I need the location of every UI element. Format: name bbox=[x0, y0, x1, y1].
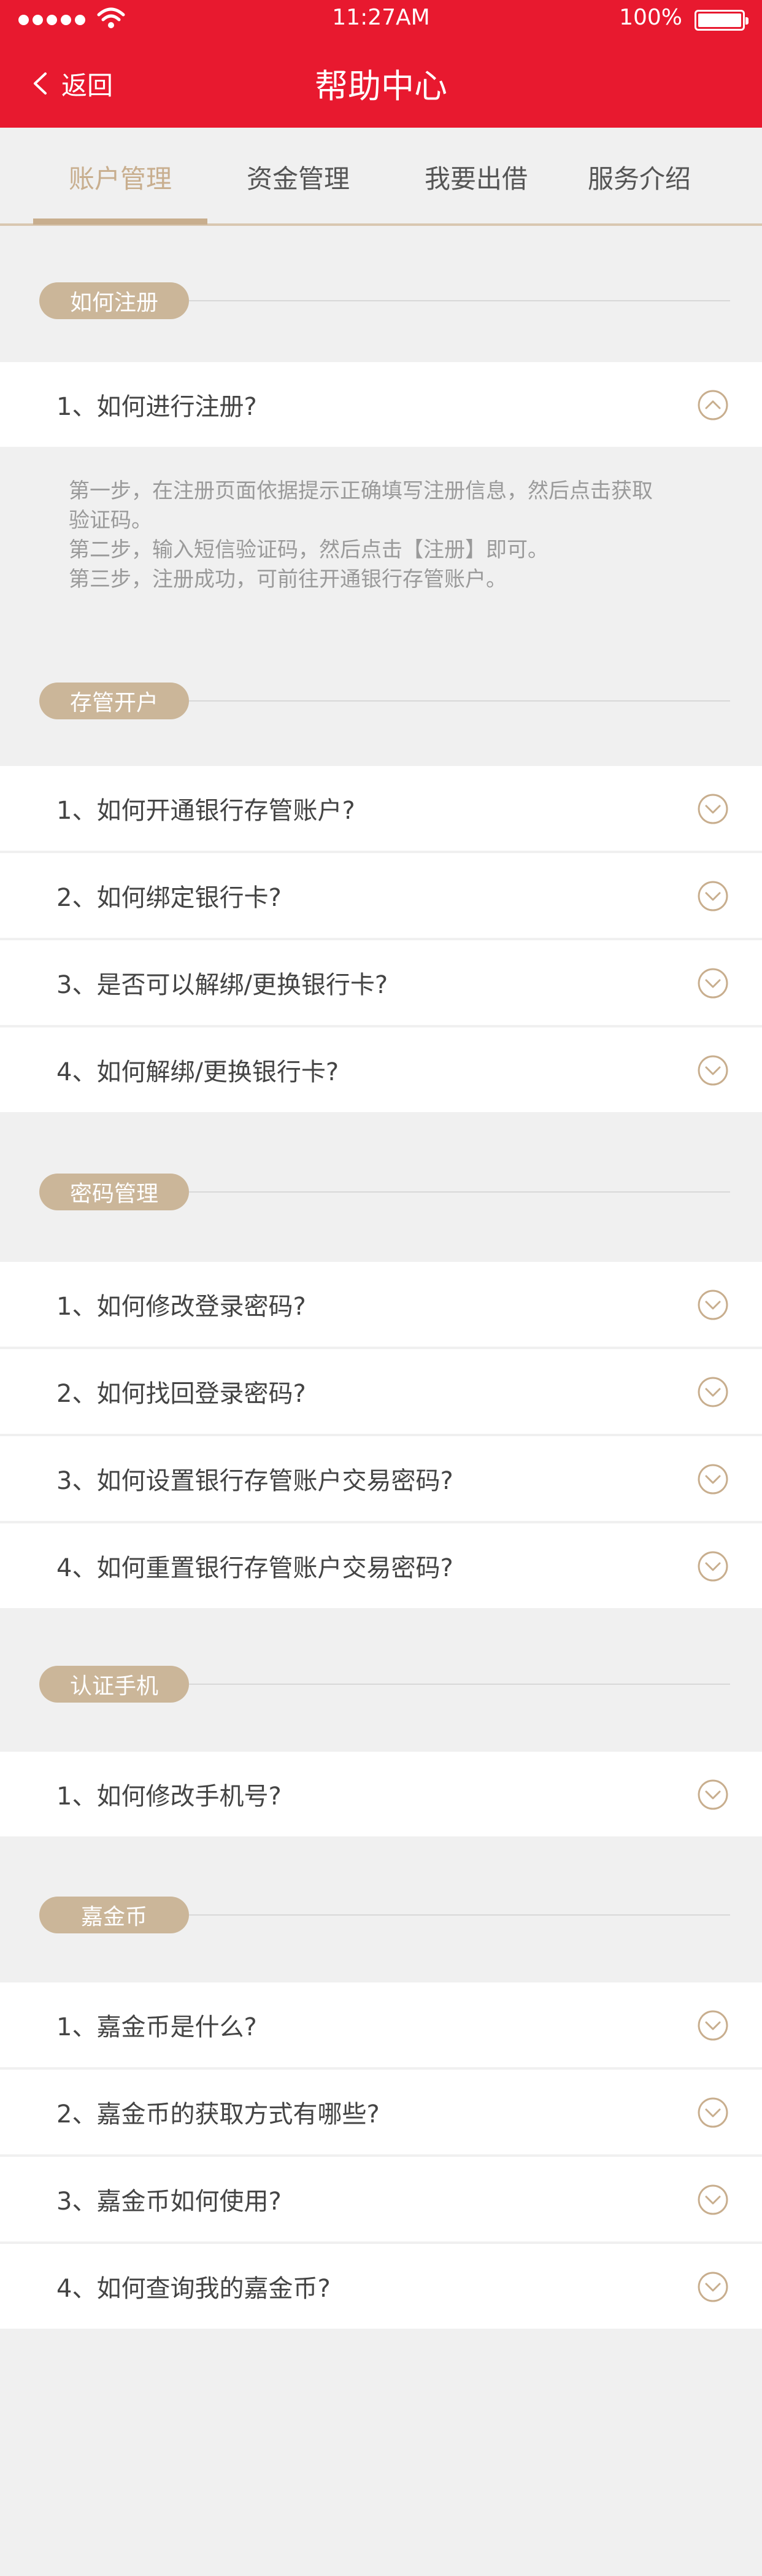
faq-question: 3、嘉金币如何使用? bbox=[56, 2187, 282, 2216]
chevron-down-icon bbox=[698, 2272, 728, 2302]
faq-item[interactable]: 1、如何开通银行存管账户? bbox=[0, 766, 762, 851]
faq-item[interactable]: 1、如何进行注册? bbox=[0, 362, 762, 447]
faq-item[interactable]: 4、如何解绑/更换银行卡? bbox=[0, 1027, 762, 1112]
chevron-down-icon bbox=[698, 1779, 728, 1810]
faq-item[interactable]: 3、是否可以解绑/更换银行卡? bbox=[0, 940, 762, 1025]
page-title: 帮助中心 bbox=[315, 67, 447, 106]
tab-funds-management[interactable]: 资金管理 bbox=[211, 128, 385, 226]
tab-service-intro[interactable]: 服务介绍 bbox=[552, 128, 726, 226]
faq-question: 1、如何开通银行存管账户? bbox=[56, 797, 355, 825]
section-header: 认证手机 bbox=[0, 1666, 762, 1703]
section-title-pill: 如何注册 bbox=[39, 282, 189, 319]
faq-question: 1、如何修改登录密码? bbox=[56, 1293, 306, 1321]
section-title-pill: 嘉金币 bbox=[39, 1897, 189, 1933]
section-divider bbox=[189, 1684, 730, 1685]
nav-bar: 返回 帮助中心 bbox=[0, 39, 762, 128]
chevron-down-icon bbox=[698, 1464, 728, 1495]
section-divider bbox=[189, 300, 730, 301]
answer-line: 第一步，在注册页面依据提示正确填写注册信息，然后点击获取 bbox=[69, 479, 653, 503]
chevron-down-icon bbox=[698, 1551, 728, 1582]
chevron-down-icon bbox=[698, 1055, 728, 1086]
section-title-pill: 存管开户 bbox=[39, 683, 189, 719]
faq-item[interactable]: 3、如何设置银行存管账户交易密码? bbox=[0, 1436, 762, 1521]
faq-question: 2、如何找回登录密码? bbox=[56, 1380, 306, 1408]
faq-item[interactable]: 1、嘉金币是什么? bbox=[0, 1982, 762, 2067]
section-divider bbox=[189, 1191, 730, 1193]
chevron-down-icon bbox=[698, 1377, 728, 1407]
faq-item[interactable]: 3、嘉金币如何使用? bbox=[0, 2157, 762, 2241]
tab-bar: 账户管理 资金管理 我要出借 服务介绍 bbox=[0, 128, 762, 226]
faq-question: 1、如何修改手机号? bbox=[56, 1782, 282, 1811]
faq-item[interactable]: 2、嘉金币的获取方式有哪些? bbox=[0, 2070, 762, 2154]
faq-item[interactable]: 2、如何找回登录密码? bbox=[0, 1349, 762, 1434]
tab-lend[interactable]: 我要出借 bbox=[389, 128, 563, 226]
answer-line: 验证码。 bbox=[69, 508, 152, 533]
faq-item[interactable]: 2、如何绑定银行卡? bbox=[0, 853, 762, 938]
section-header: 存管开户 bbox=[0, 683, 762, 719]
section-title-pill: 认证手机 bbox=[39, 1666, 189, 1703]
faq-question: 4、如何重置银行存管账户交易密码? bbox=[56, 1554, 453, 1582]
tab-account-management[interactable]: 账户管理 bbox=[33, 128, 207, 226]
chevron-up-icon bbox=[698, 390, 728, 420]
faq-item[interactable]: 1、如何修改登录密码? bbox=[0, 1262, 762, 1347]
faq-question: 4、如何解绑/更换银行卡? bbox=[56, 1058, 339, 1086]
faq-question: 1、嘉金币是什么? bbox=[56, 2013, 257, 2041]
chevron-down-icon bbox=[698, 968, 728, 999]
battery-percent: 100% bbox=[619, 5, 682, 30]
chevron-down-icon bbox=[698, 794, 728, 824]
section-header: 嘉金币 bbox=[0, 1897, 762, 1933]
faq-item[interactable]: 4、如何查询我的嘉金币? bbox=[0, 2244, 762, 2329]
faq-question: 2、嘉金币的获取方式有哪些? bbox=[56, 2100, 380, 2129]
answer-line: 第二步，输入短信验证码，然后点击【注册】即可。 bbox=[69, 538, 548, 562]
chevron-down-icon bbox=[698, 1290, 728, 1320]
answer-line: 第三步，注册成功，可前往开通银行存管账户。 bbox=[69, 567, 507, 592]
chevron-down-icon bbox=[698, 2097, 728, 2128]
faq-question: 3、如何设置银行存管账户交易密码? bbox=[56, 1467, 453, 1495]
faq-question: 4、如何查询我的嘉金币? bbox=[56, 2275, 331, 2303]
section-header: 如何注册 bbox=[0, 282, 762, 319]
faq-answer: 第一步，在注册页面依据提示正确填写注册信息，然后点击获取 验证码。 第二步，输入… bbox=[69, 476, 695, 594]
tab-active-indicator bbox=[33, 219, 207, 225]
section-divider bbox=[189, 700, 730, 702]
faq-question: 1、如何进行注册? bbox=[56, 393, 257, 421]
chevron-down-icon bbox=[698, 881, 728, 911]
section-header: 密码管理 bbox=[0, 1174, 762, 1210]
chevron-down-icon bbox=[698, 2184, 728, 2215]
battery-icon bbox=[695, 10, 749, 31]
faq-question: 2、如何绑定银行卡? bbox=[56, 884, 282, 912]
faq-question: 3、是否可以解绑/更换银行卡? bbox=[56, 971, 388, 999]
section-divider bbox=[189, 1914, 730, 1916]
section-title-pill: 密码管理 bbox=[39, 1174, 189, 1210]
faq-item[interactable]: 4、如何重置银行存管账户交易密码? bbox=[0, 1523, 762, 1608]
status-bar: 11:27AM 100% bbox=[0, 0, 762, 39]
faq-item[interactable]: 1、如何修改手机号? bbox=[0, 1752, 762, 1836]
chevron-down-icon bbox=[698, 2010, 728, 2041]
app-header: 11:27AM 100% 返回 帮助中心 bbox=[0, 0, 762, 128]
